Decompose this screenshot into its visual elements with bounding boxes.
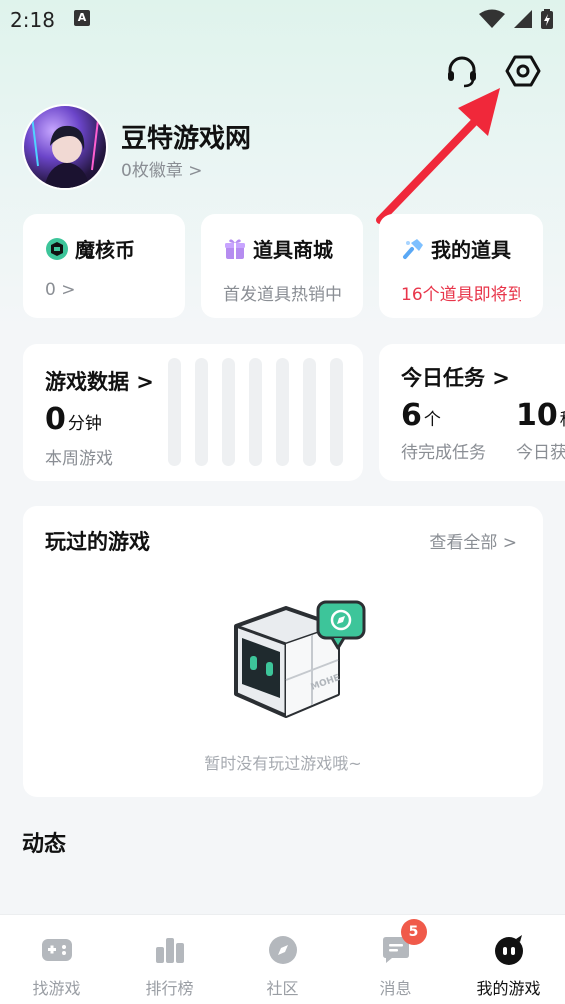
chart-bar bbox=[168, 358, 181, 466]
nav-community-label: 社区 bbox=[266, 979, 299, 998]
pending-tasks-label: 待完成任务 bbox=[401, 443, 486, 463]
profile-name[interactable]: 豆特游戏网 bbox=[121, 118, 251, 155]
wifi-icon bbox=[479, 9, 505, 28]
dynamic-section-title: 动态 bbox=[22, 832, 67, 857]
today-earned-label: 今日获 bbox=[516, 443, 565, 463]
nav-my-games[interactable]: 我的游戏 bbox=[452, 915, 565, 1004]
status-bar: 2:18 A bbox=[0, 0, 565, 38]
today-earned-unit: 秒 bbox=[560, 410, 565, 430]
signal-icon bbox=[514, 10, 532, 28]
message-icon: 5 bbox=[379, 919, 427, 967]
ranking-icon bbox=[153, 933, 187, 967]
weekly-play-time: 0 分钟 bbox=[45, 402, 102, 437]
game-data-title: 游戏数据 > bbox=[45, 370, 154, 394]
badge-count-link[interactable]: 0枚徽章 > bbox=[121, 156, 202, 181]
bottom-navigation: 找游戏 排行榜 社区 5 消息 我的游戏 bbox=[0, 914, 565, 1004]
chart-bar bbox=[222, 358, 235, 466]
gift-icon bbox=[225, 238, 245, 259]
settings-hexagon-icon bbox=[505, 55, 541, 87]
weekly-play-label: 本周游戏 bbox=[45, 449, 113, 469]
prop-shop-card[interactable]: 道具商城 首发道具热销中 bbox=[201, 214, 363, 318]
today-tasks-card[interactable]: 今日任务 > 6个 待完成任务 10秒 今日获 bbox=[379, 344, 565, 481]
gamepad-icon bbox=[40, 933, 74, 967]
prop-shop-label: 道具商城 bbox=[253, 238, 333, 262]
my-game-icon bbox=[492, 933, 526, 967]
chart-bar bbox=[303, 358, 316, 466]
my-props-label: 我的道具 bbox=[431, 238, 511, 262]
empty-played-text: 暂时没有玩过游戏哦~ bbox=[204, 754, 362, 773]
status-time: 2:18 bbox=[10, 8, 55, 32]
game-data-card[interactable]: 游戏数据 > 0 分钟 本周游戏 bbox=[23, 344, 363, 481]
chart-bar bbox=[276, 358, 289, 466]
avatar-image bbox=[31, 115, 99, 188]
prop-shop-subtitle: 首发道具热销中 bbox=[223, 285, 342, 305]
notification-icon: A bbox=[74, 10, 90, 26]
nav-my-games-label: 我的游戏 bbox=[476, 979, 541, 998]
nav-messages[interactable]: 5 消息 bbox=[339, 915, 452, 1004]
today-tasks-title: 今日任务 > bbox=[401, 366, 510, 390]
chart-bar bbox=[330, 358, 343, 466]
mohe-coin-balance: 0 > bbox=[45, 280, 76, 300]
today-earned: 10秒 bbox=[516, 398, 565, 433]
prop-icon bbox=[403, 238, 423, 259]
annotation-arrow bbox=[376, 88, 500, 224]
compass-icon bbox=[266, 933, 300, 967]
nav-ranking[interactable]: 排行榜 bbox=[113, 915, 226, 1004]
mohe-coin-label: 魔核币 bbox=[75, 238, 135, 262]
played-games-card: 玩过的游戏 查看全部 > MOHE 暂时没有玩过游戏哦~ bbox=[23, 506, 543, 797]
battery-icon bbox=[541, 9, 553, 29]
avatar[interactable] bbox=[22, 104, 108, 190]
nav-community[interactable]: 社区 bbox=[226, 915, 339, 1004]
played-games-title: 玩过的游戏 bbox=[45, 530, 150, 554]
chart-bar bbox=[249, 358, 262, 466]
message-badge: 5 bbox=[400, 919, 427, 945]
pending-tasks-value: 6 bbox=[401, 398, 422, 433]
my-props-card[interactable]: 我的道具 16个道具即将到期 bbox=[379, 214, 543, 318]
pending-tasks-unit: 个 bbox=[423, 410, 441, 430]
view-all-link[interactable]: 查看全部 > bbox=[429, 528, 517, 553]
prop-shop-title: 道具商城 bbox=[223, 234, 333, 263]
weekly-play-unit: 分钟 bbox=[67, 414, 102, 434]
empty-cube-illustration: MOHE bbox=[234, 600, 366, 718]
mohe-coin-icon bbox=[46, 237, 68, 260]
status-icons bbox=[479, 9, 553, 29]
weekly-chart bbox=[168, 358, 343, 466]
today-earned-value: 10 bbox=[516, 398, 558, 433]
my-props-expiring: 16个道具即将到期 bbox=[401, 285, 521, 305]
nav-ranking-label: 排行榜 bbox=[145, 979, 194, 998]
nav-find-games-label: 找游戏 bbox=[32, 979, 81, 998]
chart-bar bbox=[195, 358, 208, 466]
weekly-play-value: 0 bbox=[45, 402, 66, 437]
nav-find-games[interactable]: 找游戏 bbox=[0, 915, 113, 1004]
nav-messages-label: 消息 bbox=[379, 979, 412, 998]
mohe-coin-card[interactable]: 魔核币 0 > bbox=[23, 214, 185, 318]
pending-tasks: 6个 bbox=[401, 398, 441, 433]
mohe-coin-title: 魔核币 bbox=[45, 234, 135, 263]
my-props-title: 我的道具 bbox=[401, 234, 511, 263]
